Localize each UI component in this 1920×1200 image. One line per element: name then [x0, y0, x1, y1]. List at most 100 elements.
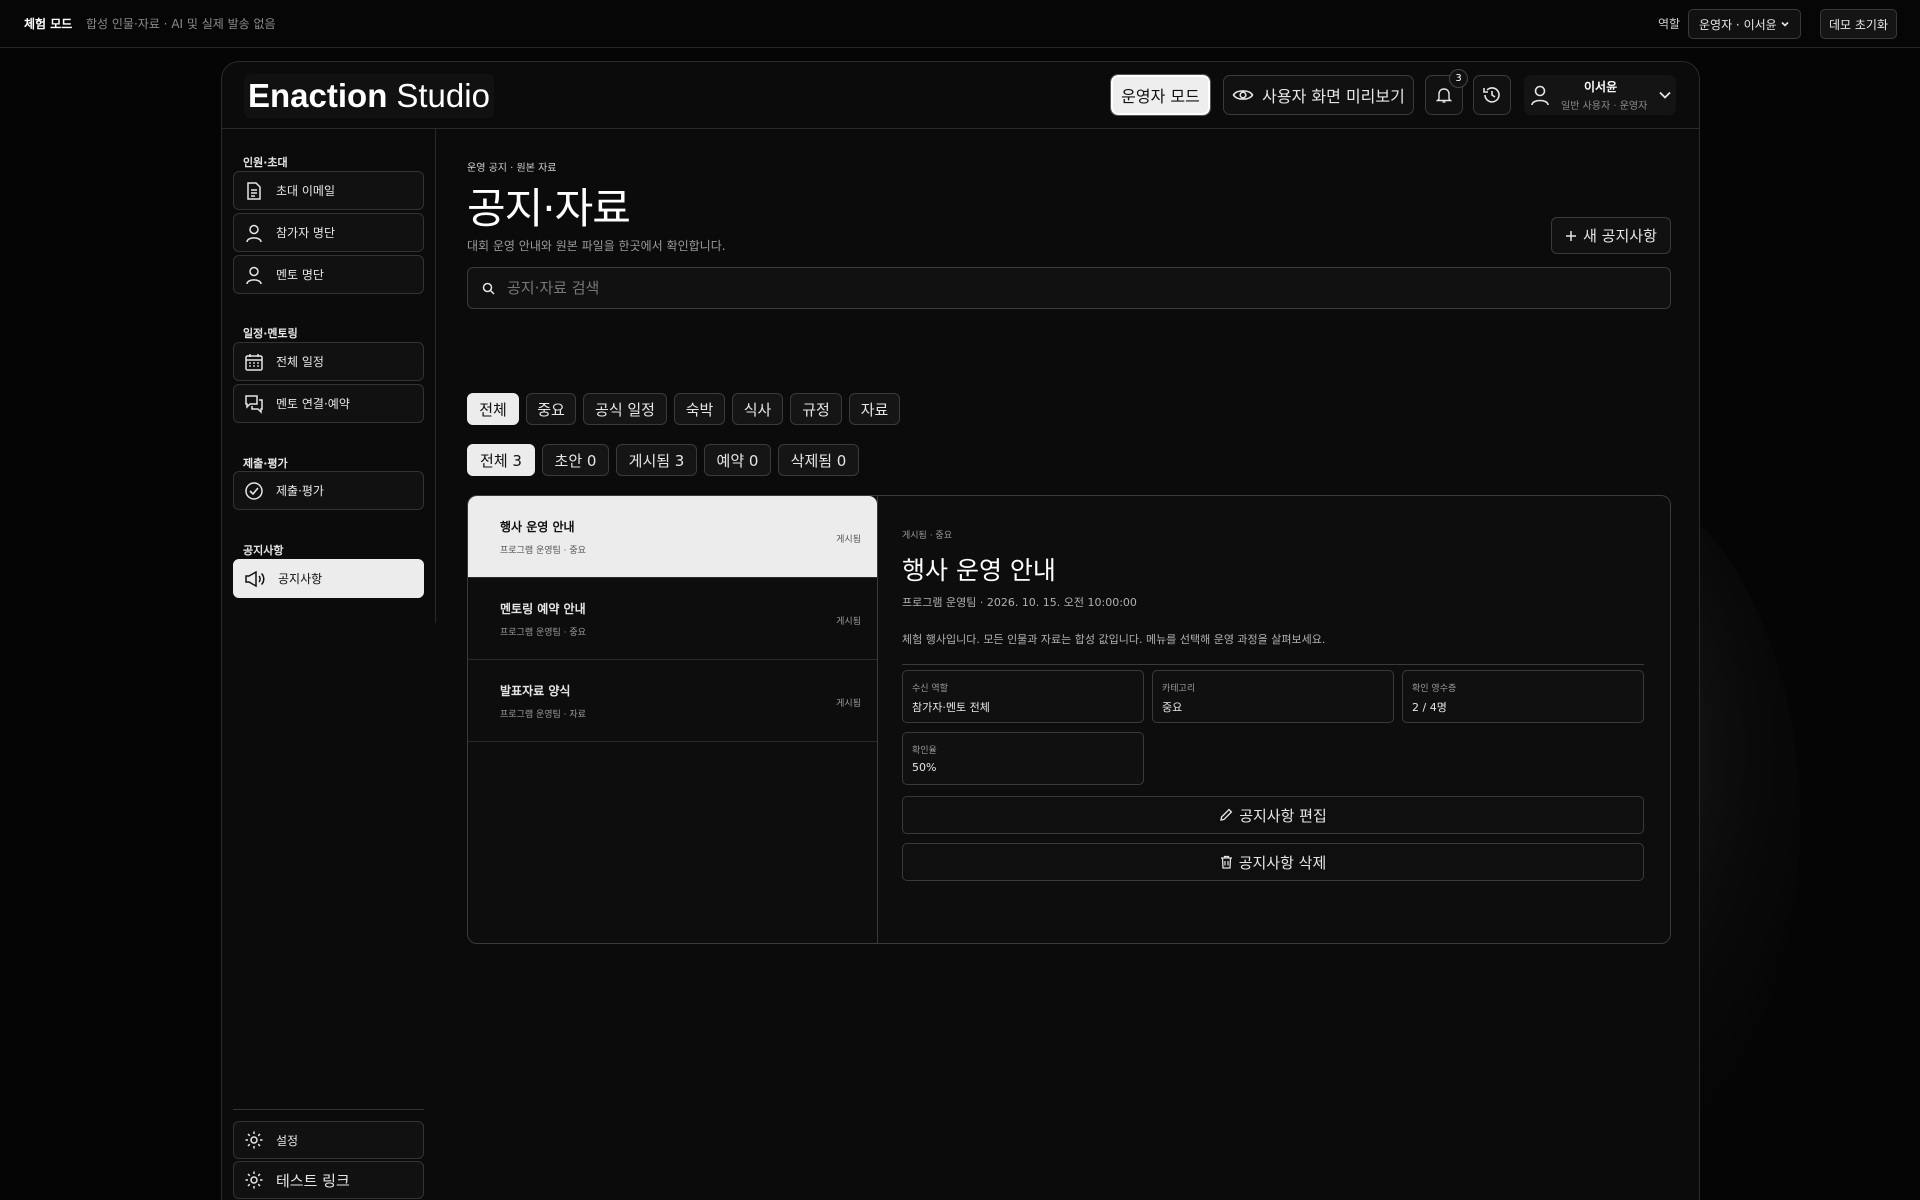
demo-reset-button[interactable]: 데모 초기화 [1820, 9, 1897, 39]
pencil-icon [1219, 808, 1233, 822]
filter-status-deleted[interactable]: 삭제됨 0 [778, 444, 859, 476]
sidebar-item-label: 참가자 명단 [276, 226, 336, 240]
new-notice-label: 새 공지사항 [1583, 227, 1657, 245]
sidebar-section-notices: 공지사항 [243, 544, 284, 557]
search-icon [482, 282, 495, 295]
user-icon [244, 265, 264, 285]
brand-bold: Enaction [248, 77, 388, 114]
test-link-button[interactable]: 테스트 링크 [233, 1161, 424, 1199]
filter-category-all[interactable]: 전체 [467, 393, 519, 425]
sidebar-item-label: 멘토 명단 [276, 268, 324, 282]
list-item[interactable]: 발표자료 양식 프로그램 운영팀 · 자료 게시됨 [468, 660, 877, 742]
stat-value: 참가자·멘토 전체 [912, 701, 990, 714]
sidebar-section-people: 인원·초대 [243, 156, 288, 169]
check-circle-icon [244, 481, 264, 501]
new-notice-button[interactable]: 새 공지사항 [1551, 217, 1671, 254]
list-item-status: 게시됨 [836, 617, 861, 627]
stat-label: 확인 영수증 [1412, 684, 1457, 694]
app-header: Enaction Studio 운영자 모드 사용자 화면 미리보기 3 이서윤 [222, 62, 1699, 129]
list-item-status: 게시됨 [836, 535, 861, 545]
search-bar[interactable] [467, 267, 1671, 309]
gear-icon [244, 1130, 264, 1150]
role-select[interactable]: 운영자 · 이서윤 [1688, 9, 1801, 39]
filter-category-official-schedule[interactable]: 공식 일정 [583, 393, 667, 425]
list-item-sub: 프로그램 운영팀 · 중요 [500, 546, 586, 556]
sidebar-item-label: 초대 이메일 [276, 184, 336, 198]
sidebar-item-invite-email[interactable]: 초대 이메일 [233, 171, 424, 210]
sidebar-item-label: 공지사항 [278, 572, 323, 586]
stat-value: 중요 [1162, 701, 1183, 714]
filter-status-all[interactable]: 전체 3 [467, 444, 535, 476]
user-icon [1530, 84, 1550, 106]
sidebar-item-schedule[interactable]: 전체 일정 [233, 342, 424, 381]
user-preview-button[interactable]: 사용자 화면 미리보기 [1223, 75, 1414, 115]
chat-icon [244, 394, 264, 414]
sidebar-item-label: 제출·평가 [276, 484, 324, 498]
sidebar-item-participants[interactable]: 참가자 명단 [233, 213, 424, 252]
sidebar-item-submission[interactable]: 제출·평가 [233, 471, 424, 510]
delete-notice-button[interactable]: 공지사항 삭제 [902, 843, 1644, 881]
list-item-title: 행사 운영 안내 [500, 520, 575, 534]
user-menu[interactable]: 이서윤 일반 사용자 · 운영자 [1524, 75, 1676, 115]
delete-notice-label: 공지사항 삭제 [1238, 853, 1327, 872]
calendar-icon [244, 352, 264, 372]
page-title: 공지·자료 [467, 184, 631, 233]
test-link-label: 테스트 링크 [276, 1171, 350, 1190]
app-frame: Enaction Studio 운영자 모드 사용자 화면 미리보기 3 이서윤 [221, 61, 1700, 1200]
stat-label: 수신 역할 [912, 684, 948, 694]
filter-category-important[interactable]: 중요 [526, 393, 576, 425]
notification-badge: 3 [1449, 69, 1468, 88]
demo-mode-description: 합성 인물·자료 · AI 및 실제 발송 없음 [86, 17, 276, 31]
list-item-title: 발표자료 양식 [500, 684, 571, 698]
demo-mode-label: 체험 모드 [24, 17, 73, 31]
sidebar-item-mentors[interactable]: 멘토 명단 [233, 255, 424, 294]
list-item[interactable]: 행사 운영 안내 프로그램 운영팀 · 중요 게시됨 [468, 496, 877, 578]
user-role: 일반 사용자 · 운영자 [1561, 101, 1648, 112]
notice-panel: 행사 운영 안내 프로그램 운영팀 · 중요 게시됨 멘토링 예약 안내 프로그… [467, 495, 1671, 944]
detail-meta: 게시됨 · 중요 [902, 531, 952, 541]
sidebar-item-label: 전체 일정 [276, 355, 324, 369]
filter-category-meals[interactable]: 식사 [732, 393, 783, 425]
edit-notice-button[interactable]: 공지사항 편집 [902, 796, 1644, 834]
breadcrumb: 운영 공지 · 원본 자료 [467, 163, 557, 174]
user-icon [244, 223, 264, 243]
sidebar-item-mentor-booking[interactable]: 멘토 연결·예약 [233, 384, 424, 423]
filter-status-draft[interactable]: 초안 0 [542, 444, 609, 476]
notice-list: 행사 운영 안내 프로그램 운영팀 · 중요 게시됨 멘토링 예약 안내 프로그… [468, 496, 878, 943]
trash-icon [1220, 855, 1233, 869]
brand-light: Studio [396, 77, 490, 114]
filter-category-materials[interactable]: 자료 [849, 393, 900, 425]
role-label: 역할 [1658, 17, 1681, 31]
sidebar-item-notices[interactable]: 공지사항 [233, 559, 424, 598]
sidebar-item-label: 멘토 연결·예약 [276, 397, 350, 411]
user-preview-label: 사용자 화면 미리보기 [1262, 87, 1405, 106]
filter-category-rules[interactable]: 규정 [790, 393, 842, 425]
operator-mode-button[interactable]: 운영자 모드 [1110, 74, 1211, 116]
megaphone-icon [244, 569, 266, 589]
brand-logo[interactable]: Enaction Studio [244, 74, 494, 118]
plus-icon [1565, 230, 1577, 242]
stat-label: 카테고리 [1162, 684, 1196, 694]
page-description: 대회 운영 안내와 원본 파일을 한곳에서 확인합니다. [467, 239, 726, 253]
list-item-sub: 프로그램 운영팀 · 중요 [500, 628, 586, 638]
history-button[interactable] [1473, 75, 1511, 115]
list-item-sub: 프로그램 운영팀 · 자료 [500, 710, 586, 720]
gear-icon [244, 1170, 264, 1190]
search-input[interactable] [507, 279, 1607, 297]
filter-status-published[interactable]: 게시됨 3 [616, 444, 697, 476]
sidebar: 인원·초대 초대 이메일 참가자 명단 멘토 명단 일정·멘토링 전체 일정 멘… [222, 129, 436, 623]
settings-button[interactable]: 설정 [233, 1121, 424, 1159]
stat-value: 50% [912, 761, 937, 774]
document-icon [244, 181, 264, 201]
detail-body: 체험 행사입니다. 모든 인물과 자료는 합성 값입니다. 메뉴를 선택해 운영… [902, 633, 1326, 646]
eye-icon [1232, 87, 1254, 103]
settings-label: 설정 [276, 1133, 299, 1148]
stat-value: 2 / 4명 [1412, 701, 1447, 714]
filter-status-scheduled[interactable]: 예약 0 [704, 444, 771, 476]
filter-category-lodging[interactable]: 숙박 [674, 393, 725, 425]
sidebar-section-submission: 제출·평가 [243, 457, 288, 470]
edit-notice-label: 공지사항 편집 [1239, 806, 1327, 825]
list-item[interactable]: 멘토링 예약 안내 프로그램 운영팀 · 중요 게시됨 [468, 578, 877, 660]
stat-category: 카테고리 중요 [1152, 670, 1394, 723]
detail-title: 행사 운영 안내 [902, 556, 1056, 585]
